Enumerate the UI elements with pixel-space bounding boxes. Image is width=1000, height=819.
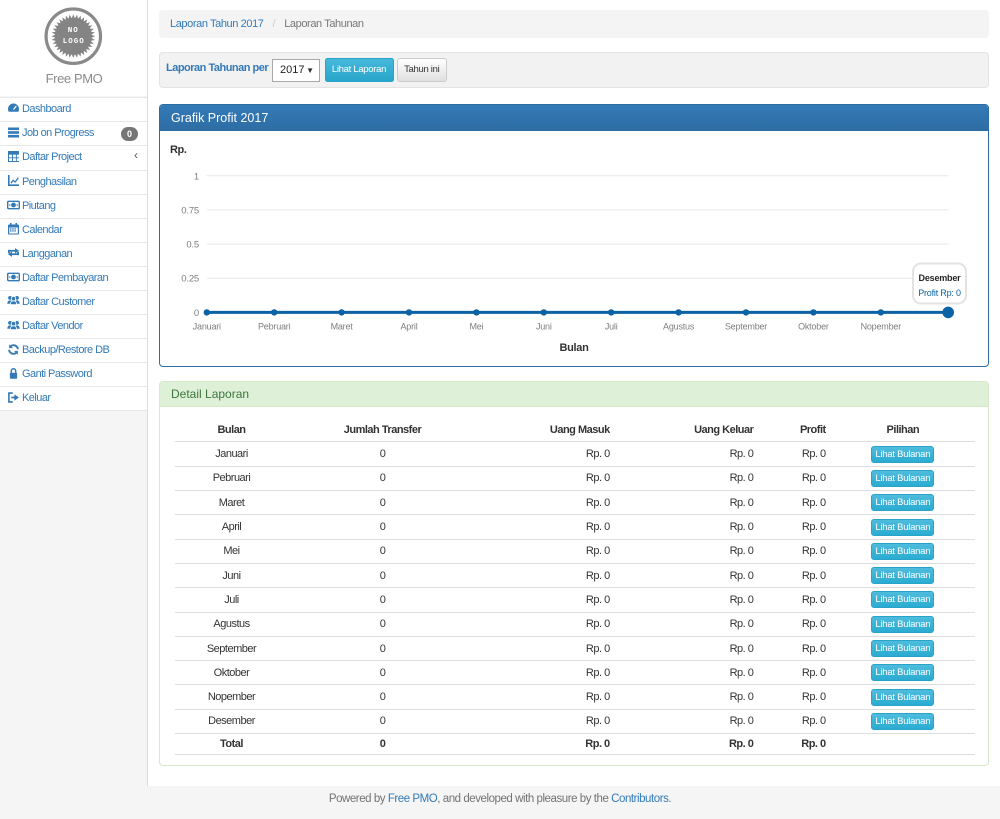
svg-text:Pebruari: Pebruari xyxy=(258,321,291,331)
svg-text:Mei: Mei xyxy=(469,321,483,331)
svg-text:Maret: Maret xyxy=(331,321,354,331)
svg-text:NO: NO xyxy=(68,27,79,35)
svg-text:Rp.: Rp. xyxy=(170,144,187,156)
svg-text:0.25: 0.25 xyxy=(181,273,199,284)
svg-text:Januari: Januari xyxy=(193,321,221,331)
svg-text:1: 1 xyxy=(194,171,199,182)
svg-text:Juni: Juni xyxy=(536,321,552,331)
svg-text:Profit Rp: 0: Profit Rp: 0 xyxy=(918,288,961,298)
svg-text:0: 0 xyxy=(194,307,199,318)
svg-text:April: April xyxy=(400,321,417,331)
svg-text:0.5: 0.5 xyxy=(186,239,199,250)
svg-text:Agustus: Agustus xyxy=(663,321,695,331)
svg-text:Bulan: Bulan xyxy=(559,342,589,354)
svg-text:0.75: 0.75 xyxy=(181,205,199,216)
svg-text:Desember: Desember xyxy=(919,273,962,283)
svg-text:September: September xyxy=(725,321,767,331)
svg-text:Juli: Juli xyxy=(605,321,618,331)
svg-text:Nopember: Nopember xyxy=(861,321,902,331)
svg-text:Oktober: Oktober xyxy=(798,321,829,331)
svg-text:LOGO: LOGO xyxy=(63,38,85,46)
